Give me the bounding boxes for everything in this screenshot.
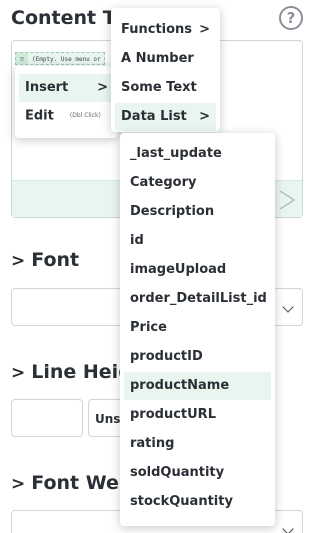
chevron-right-icon: > [199,22,210,37]
menu-item-a-number-label: A Number [121,51,194,66]
data-field-label: stockQuantity [130,494,233,509]
menu-item-edit[interactable]: Edit (Dbl Click) [19,102,114,130]
data-field-label: _last_update [130,146,222,161]
data-field-label: soldQuantity [130,465,225,480]
menu-item-data-list-label: Data List [121,109,187,124]
data-field-item[interactable]: imageUpload [124,256,271,284]
data-field-label: imageUpload [130,262,227,277]
menu-item-functions-label: Functions [121,22,193,37]
menu-item-edit-hint: (Dbl Click) [69,112,101,119]
data-field-item[interactable]: order_DetailList_id [124,285,271,313]
data-field-item[interactable]: rating [124,430,271,458]
data-field-label: productID [130,349,203,364]
data-field-label: Category [130,175,197,190]
menu-item-some-text-label: Some Text [121,80,197,95]
menu-item-functions[interactable]: Functions > [115,16,216,44]
editor-placeholder: (Empty. Use menu or [32,56,101,63]
data-field-item-selected[interactable]: productName [124,372,271,400]
data-field-item[interactable]: productURL [124,401,271,429]
chevron-down-icon [282,301,294,313]
line-height-input[interactable] [11,399,83,437]
menu-item-data-list[interactable]: Data List > [115,103,216,131]
data-field-label: Price [130,320,167,335]
data-field-item[interactable]: _last_update [124,140,271,168]
chevron-right-icon: > [11,474,26,494]
send-icon[interactable] [278,189,296,211]
data-field-label: rating [130,436,175,451]
data-field-item[interactable]: soldQuantity [124,459,271,487]
drag-handle-icon[interactable]: ≡ [16,53,28,64]
help-icon[interactable]: ? [279,6,303,30]
data-field-label: productURL [130,407,216,422]
menu-item-a-number[interactable]: A Number [115,45,216,73]
panel-title: Content Text [11,7,121,29]
insert-submenu: Functions > A Number Some Text Data List… [111,8,220,132]
chevron-down-icon [282,523,294,533]
menu-item-insert[interactable]: Insert > [19,74,114,102]
chevron-right-icon: > [11,363,26,383]
chevron-right-icon: > [11,251,26,271]
section-font-label: Font [31,249,80,271]
data-field-label: order_DetailList_id [130,291,267,306]
data-field-label: Description [130,204,215,219]
menu-item-edit-label: Edit [25,108,54,124]
data-field-item[interactable]: Price [124,314,271,342]
data-field-label: id [130,233,144,248]
data-field-label: productName [130,378,230,393]
menu-item-some-text[interactable]: Some Text [115,74,216,102]
data-field-item[interactable]: Description [124,198,271,226]
data-field-item[interactable]: stockQuantity [124,488,271,516]
chevron-right-icon: > [97,80,108,95]
chevron-right-icon: > [199,109,210,124]
context-menu: Insert > Edit (Dbl Click) [15,66,118,138]
menu-item-insert-label: Insert [25,80,69,95]
data-field-item[interactable]: productID [124,343,271,371]
data-field-item[interactable]: id [124,227,271,255]
data-field-item[interactable]: Category [124,169,271,197]
data-list-submenu: _last_update Category Description id ima… [120,133,275,526]
placeholder-token[interactable]: ≡ (Empty. Use menu or [15,52,105,65]
section-font[interactable]: > Font [11,249,79,271]
